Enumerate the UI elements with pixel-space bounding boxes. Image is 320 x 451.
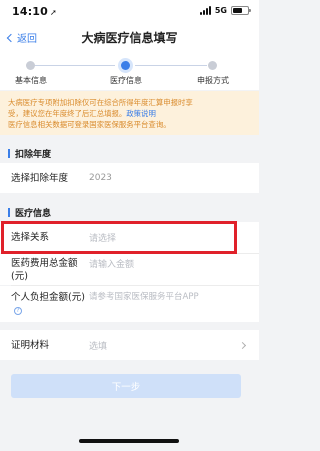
step-label-declare: 申报方式 [197, 76, 229, 85]
clock: 14:10 [12, 5, 49, 18]
proof-row[interactable]: 证明材料 选填 [0, 330, 259, 360]
section-title: 医疗信息 [15, 208, 52, 219]
network-label: 5G [214, 6, 227, 15]
self-pay-row[interactable]: 个人负担金额(元)? 请参考国家医保服务平台APP [0, 286, 259, 322]
nav-bar: 返回 大病医疗信息填写 [0, 22, 259, 52]
self-pay-input[interactable]: 请参考国家医保服务平台APP [89, 290, 199, 302]
total-amount-label: 医药费用总金额(元) [11, 257, 78, 282]
section-deduction-year: 扣除年度 [0, 144, 259, 162]
notice-line-1: 大病医疗专项附加扣除仅可在综合所得年度汇算申报时享 [8, 98, 193, 107]
total-amount-row[interactable]: 医药费用总金额(元) 请输入金额 [0, 254, 259, 285]
help-icon[interactable]: ? [14, 306, 22, 315]
battery-icon [231, 6, 251, 15]
step-dot-medical [121, 61, 130, 70]
notice-text: 受，建议您在年度终了后汇总填报。 [8, 109, 127, 118]
year-label: 选择扣除年度 [11, 172, 69, 184]
status-bar: 14:10 ➚ 5G [0, 0, 259, 22]
section-marker [8, 148, 10, 158]
step-dot-basic [26, 61, 35, 70]
signal-icon [199, 6, 211, 15]
self-pay-label: 个人负担金额(元) [11, 292, 85, 303]
proof-label: 证明材料 [11, 339, 50, 351]
section-title: 扣除年度 [15, 149, 52, 160]
policy-link[interactable]: 政策说明 [126, 109, 156, 118]
home-indicator[interactable] [79, 439, 179, 443]
total-amount-input[interactable]: 请输入金额 [89, 257, 134, 270]
self-pay-label-group: 个人负担金额(元)? [11, 291, 89, 317]
notice-line-2: 受，建议您在年度终了后汇总填报。政策说明 [8, 108, 251, 119]
step-label-medical: 医疗信息 [110, 76, 142, 85]
section-medical-info: 医疗信息 [0, 203, 259, 221]
year-row[interactable]: 选择扣除年度 2023 [0, 163, 259, 193]
section-marker [8, 207, 10, 217]
status-indicators: 5G [199, 6, 251, 15]
location-arrow-icon: ➚ [50, 8, 57, 17]
notice-line-3: 医疗信息相关数据可登录国家医保服务平台查询。 [8, 120, 171, 129]
highlight-annotation [1, 221, 237, 254]
proof-value[interactable]: 选填 [89, 339, 107, 352]
status-time: 14:10 ➚ [12, 5, 57, 18]
step-dot-declare [208, 61, 217, 70]
step-label-basic: 基本信息 [15, 76, 47, 85]
year-value[interactable]: 2023 [89, 173, 112, 183]
next-button[interactable]: 下一步 [11, 374, 241, 398]
notice-banner: 大病医疗专项附加扣除仅可在综合所得年度汇算申报时享 受，建议您在年度终了后汇总填… [0, 91, 259, 135]
step-indicator: 基本信息 医疗信息 申报方式 [0, 52, 259, 90]
step-connector [35, 65, 115, 66]
step-connector [135, 65, 207, 66]
chevron-right-icon [238, 341, 247, 349]
page-title: 大病医疗信息填写 [81, 31, 178, 45]
